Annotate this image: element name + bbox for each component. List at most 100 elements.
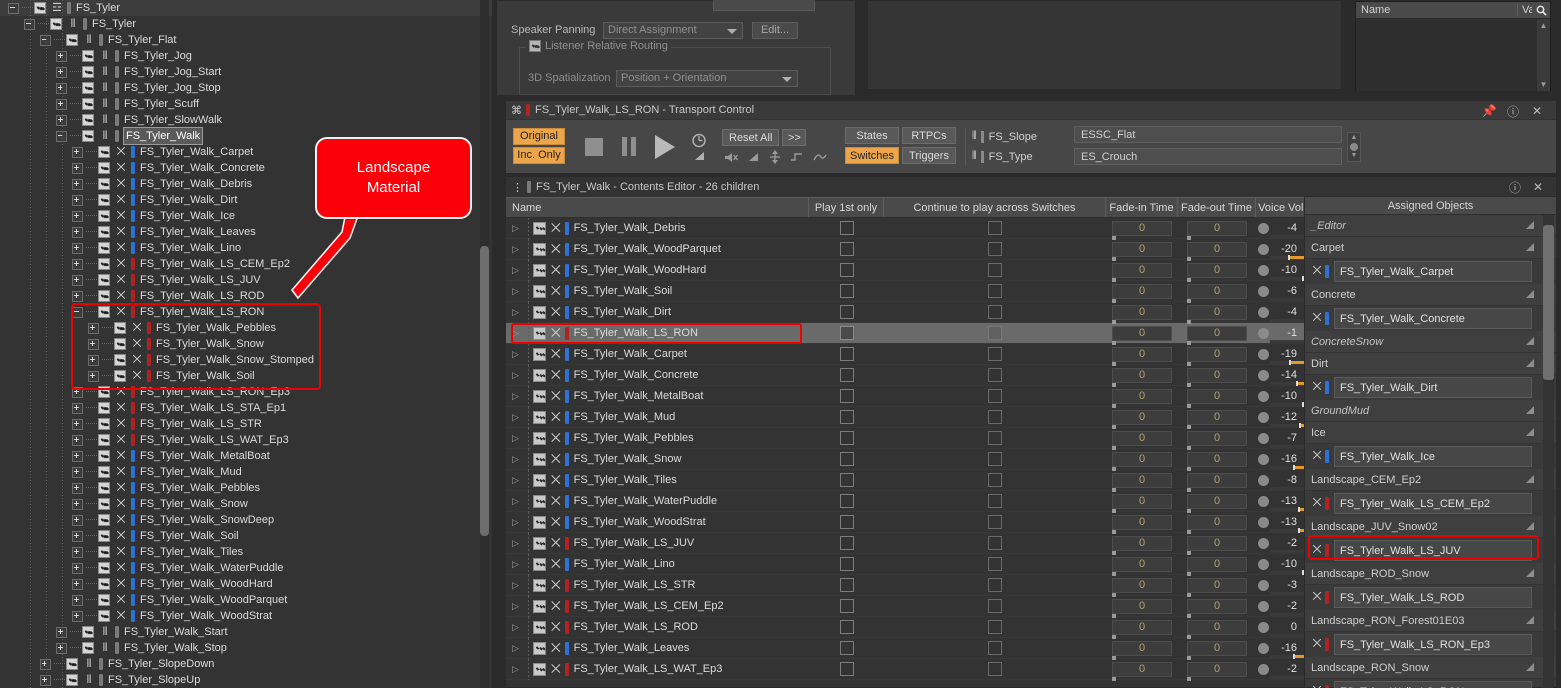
expand-icon[interactable]: [72, 242, 83, 254]
expand-icon[interactable]: [72, 498, 83, 510]
fade-in-time-field[interactable]: 0: [1112, 661, 1172, 681]
voice-volume-knob[interactable]: [1258, 642, 1269, 654]
cell-continue-across-switches[interactable]: [884, 302, 1106, 323]
column-header-continue-across-switches[interactable]: Continue to play across Switches: [884, 198, 1106, 217]
spatialization-select[interactable]: Position + Orientation: [616, 69, 798, 87]
play-1st-only-checkbox[interactable]: [839, 389, 854, 403]
cell-fade-in-time[interactable]: 0: [1106, 302, 1178, 324]
expand-icon[interactable]: [72, 386, 83, 398]
cell-fade-out-time[interactable]: 0: [1178, 533, 1256, 555]
row-enabled-checkbox[interactable]: [533, 452, 546, 466]
tree-item-checkbox[interactable]: [98, 530, 110, 542]
fade-in-time-field[interactable]: 0: [1112, 577, 1172, 597]
cell-fade-out-time[interactable]: 0: [1178, 365, 1256, 387]
tree-item-checkbox[interactable]: [66, 34, 78, 46]
voice-volume-knob[interactable]: [1258, 411, 1269, 423]
tree-item[interactable]: ⨉ FS_Tyler_Walk_MetalBoat: [0, 448, 492, 464]
continue-across-switches-checkbox[interactable]: [988, 578, 1002, 592]
voice-volume-knob[interactable]: [1258, 432, 1269, 444]
fade-in-time-field[interactable]: 0: [1112, 430, 1172, 450]
fade-in-time-field[interactable]: 0: [1112, 241, 1172, 261]
tree-item[interactable]: ⨉ FS_Tyler_Walk_LS_STR: [0, 416, 492, 432]
voice-volume-knob[interactable]: [1258, 558, 1269, 570]
fade-in-time-field[interactable]: 0: [1112, 472, 1172, 492]
cell-name[interactable]: ▷ ⨉ FS_Tyler_Walk_WoodHard: [506, 259, 809, 281]
expand-row-icon[interactable]: ▷: [512, 307, 522, 318]
cell-name[interactable]: ▷ ⨉ FS_Tyler_Walk_WoodParquet: [506, 238, 809, 260]
cell-fade-in-time[interactable]: 0: [1106, 554, 1178, 576]
fade-in-time-field[interactable]: 0: [1112, 367, 1172, 387]
row-enabled-checkbox[interactable]: [533, 389, 546, 403]
fade-out-time-field[interactable]: 0: [1187, 598, 1247, 618]
assigned-group-row[interactable]: Landscape_RON_Snow: [1305, 657, 1556, 679]
tree-item-checkbox[interactable]: [98, 210, 110, 222]
fade-out-time-field[interactable]: 0: [1187, 388, 1247, 408]
search-icon[interactable]: [1532, 2, 1550, 18]
cell-play-1st-only[interactable]: [809, 407, 884, 428]
cell-name[interactable]: ▷ ⨉ FS_Tyler_Walk_WoodStrat: [506, 511, 809, 533]
tree-item-checkbox[interactable]: [98, 258, 110, 270]
cell-play-1st-only[interactable]: [809, 365, 884, 386]
tree-item-checkbox[interactable]: [98, 562, 110, 574]
curve-smooth-icon[interactable]: [813, 151, 827, 163]
cell-fade-out-time[interactable]: 0: [1178, 239, 1256, 261]
row-enabled-checkbox[interactable]: [533, 578, 546, 592]
cell-fade-in-time[interactable]: 0: [1106, 428, 1178, 450]
fade-out-time-field[interactable]: 0: [1187, 640, 1247, 660]
tree-item[interactable]: ⨉ FS_Tyler_Walk_LS_CEM_Ep2: [0, 256, 492, 272]
assigned-object-field[interactable]: FS_Tyler_Walk_LS_CEM_Ep2: [1334, 493, 1532, 514]
tree-item-checkbox[interactable]: [98, 514, 110, 526]
fade-out-time-field[interactable]: 0: [1187, 430, 1247, 450]
assigned-group-row[interactable]: Landscape_ROD_Snow: [1305, 563, 1556, 585]
switch-stepper[interactable]: ▲ ▼: [1347, 131, 1361, 162]
row-enabled-checkbox[interactable]: [533, 263, 546, 277]
assigned-object-field[interactable]: FS_Tyler_Walk_LS_RON_Ep3: [1334, 634, 1532, 655]
continue-across-switches-checkbox[interactable]: [988, 557, 1002, 571]
cell-continue-across-switches[interactable]: [884, 386, 1106, 407]
voice-volume-knob[interactable]: [1258, 453, 1269, 465]
tree-item-checkbox[interactable]: [50, 18, 62, 30]
play-1st-only-checkbox[interactable]: [839, 326, 854, 340]
tree-item[interactable]: ⨉ FS_Tyler_Walk_WaterPuddle: [0, 560, 492, 576]
continue-across-switches-checkbox[interactable]: [988, 431, 1002, 445]
cell-fade-out-time[interactable]: 0: [1178, 554, 1256, 576]
expand-row-icon[interactable]: ▷: [512, 454, 522, 465]
assigned-group-row[interactable]: ConcreteSnow: [1305, 331, 1556, 353]
tree-item-checkbox[interactable]: [98, 146, 110, 158]
voice-volume-knob[interactable]: [1258, 348, 1269, 360]
close-icon[interactable]: ✕: [1528, 102, 1546, 120]
cell-fade-out-time[interactable]: 0: [1178, 638, 1256, 660]
play-1st-only-checkbox[interactable]: [839, 620, 854, 634]
cell-fade-in-time[interactable]: 0: [1106, 239, 1178, 261]
tree-item[interactable]: ☲ FS_Tyler: [0, 0, 492, 16]
continue-across-switches-checkbox[interactable]: [988, 326, 1002, 340]
expand-row-icon[interactable]: ▷: [512, 517, 522, 528]
row-enabled-checkbox[interactable]: [533, 305, 546, 319]
assigned-objects-body[interactable]: _Editor Carpet ⨉ FS_Tyler_Walk_Carpet Concre…: [1305, 215, 1556, 688]
row-enabled-checkbox[interactable]: [533, 557, 546, 571]
play-1st-only-checkbox[interactable]: [839, 263, 854, 277]
row-enabled-checkbox[interactable]: [533, 515, 546, 529]
fade-in-time-field[interactable]: 0: [1112, 619, 1172, 639]
tree-item-checkbox[interactable]: [82, 82, 94, 94]
fade-out-time-field[interactable]: 0: [1187, 283, 1247, 303]
cell-continue-across-switches[interactable]: [884, 575, 1106, 596]
pause-button[interactable]: [622, 137, 636, 156]
stepper-knob-icon[interactable]: [1350, 142, 1358, 151]
expand-row-icon[interactable]: ▷: [512, 370, 522, 381]
triggers-button[interactable]: Triggers: [902, 147, 956, 164]
tree-item[interactable]: ⨉ FS_Tyler_Walk_Snow: [0, 336, 492, 352]
cell-name[interactable]: ▷ ⨉ FS_Tyler_Walk_Soil: [506, 280, 809, 302]
expand-icon[interactable]: [88, 322, 99, 334]
tree-item[interactable]: ⨉ FS_Tyler_Walk_LS_STA_Ep1: [0, 400, 492, 416]
tree-item-checkbox[interactable]: [82, 50, 94, 62]
tree-item[interactable]: ⨉ FS_Tyler_Walk_LS_ROD: [0, 288, 492, 304]
column-header-fade-in-time[interactable]: Fade-in Time: [1106, 198, 1178, 217]
assigned-object-row[interactable]: ⨉ FS_Tyler_Walk_Ice: [1305, 444, 1556, 469]
rtpcs-button[interactable]: RTPCs: [902, 127, 956, 144]
expand-icon[interactable]: [72, 178, 83, 190]
continue-across-switches-checkbox[interactable]: [988, 263, 1002, 277]
expand-icon[interactable]: [72, 402, 83, 414]
expand-icon[interactable]: [88, 370, 99, 382]
cell-fade-out-time[interactable]: 0: [1178, 428, 1256, 450]
